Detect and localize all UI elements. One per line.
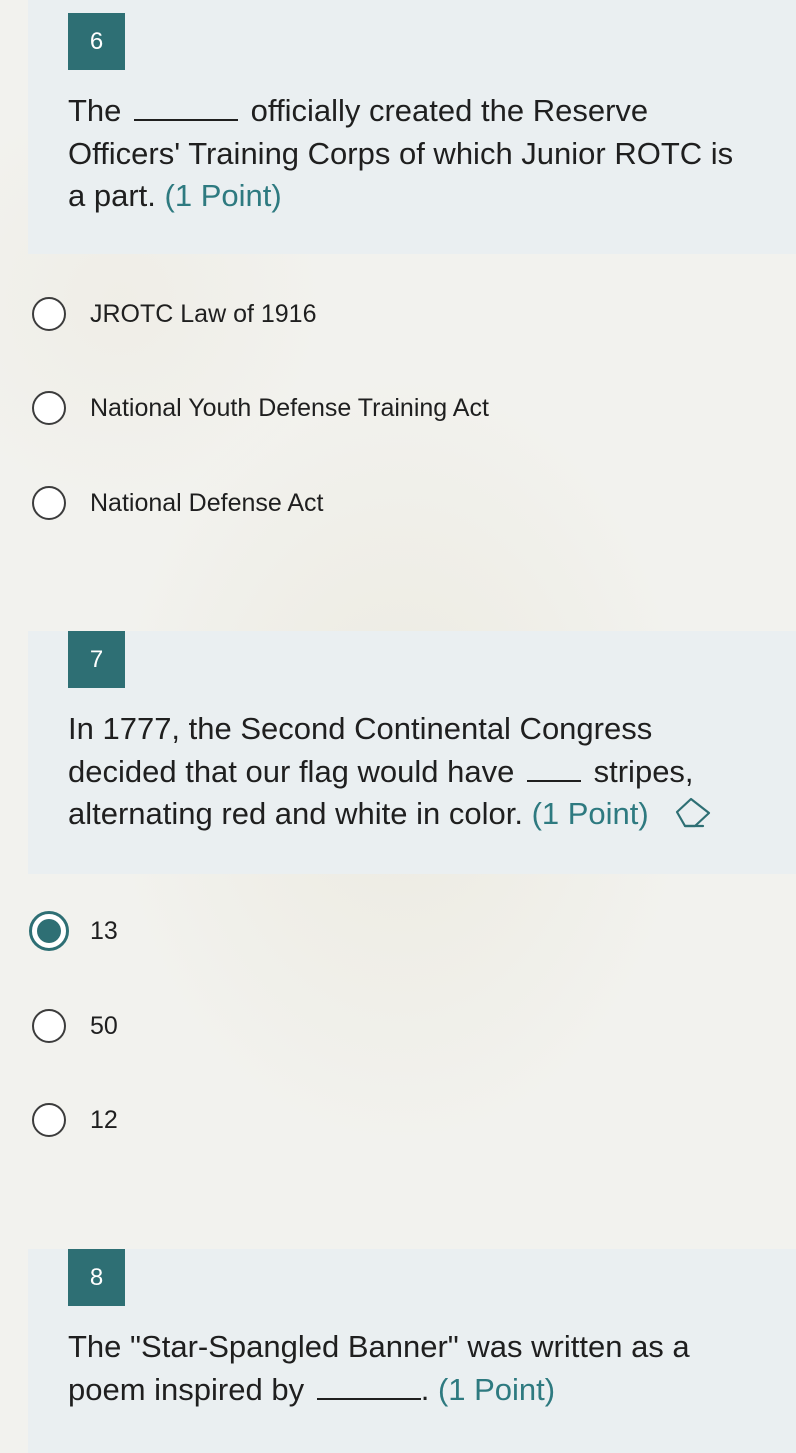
radio-button[interactable] (32, 1103, 66, 1137)
radio-button[interactable] (32, 486, 66, 520)
option-50[interactable]: 50 (32, 1006, 118, 1046)
option-label: National Defense Act (90, 488, 324, 517)
answer-blank (316, 1372, 421, 1400)
question-number-badge: 6 (68, 13, 125, 70)
radio-button[interactable] (32, 391, 66, 425)
option-jrotc-law-1916[interactable]: JROTC Law of 1916 (32, 294, 317, 334)
question-text: The officially created the Reserve Offic… (68, 90, 758, 218)
question-8: 8 The "Star-Spangled Banner" was written… (28, 1249, 796, 1453)
radio-button[interactable] (32, 297, 66, 331)
points-label: (1 Point) (437, 1371, 556, 1407)
option-national-defense-act[interactable]: National Defense Act (32, 483, 323, 523)
question-7: 7 In 1777, the Second Continental Congre… (28, 631, 796, 874)
question-text: In 1777, the Second Continental Congress… (68, 708, 758, 836)
option-label: 13 (90, 916, 118, 945)
option-label: JROTC Law of 1916 (90, 299, 317, 328)
radio-button-selected[interactable] (29, 911, 69, 951)
question-text-start: The (68, 93, 122, 128)
option-national-youth-defense-training-act[interactable]: National Youth Defense Training Act (32, 388, 489, 428)
option-label: 12 (90, 1105, 118, 1134)
points-label: (1 Point) (531, 796, 649, 831)
option-13[interactable]: 13 (29, 911, 118, 951)
radio-button[interactable] (32, 1009, 66, 1043)
answer-blank (134, 93, 239, 121)
answer-blank (527, 754, 581, 782)
question-6: 6 The officially created the Reserve Off… (28, 0, 796, 254)
option-12[interactable]: 12 (32, 1100, 118, 1140)
points-label: (1 Point) (164, 178, 282, 213)
question-text: The "Star-Spangled Banner" was written a… (68, 1326, 758, 1411)
eraser-icon[interactable] (673, 796, 713, 828)
question-number-badge: 7 (68, 631, 125, 688)
option-label: National Youth Defense Training Act (90, 393, 489, 422)
question-number-badge: 8 (68, 1249, 125, 1306)
option-label: 50 (90, 1011, 118, 1040)
question-text-end: . (420, 1371, 430, 1407)
